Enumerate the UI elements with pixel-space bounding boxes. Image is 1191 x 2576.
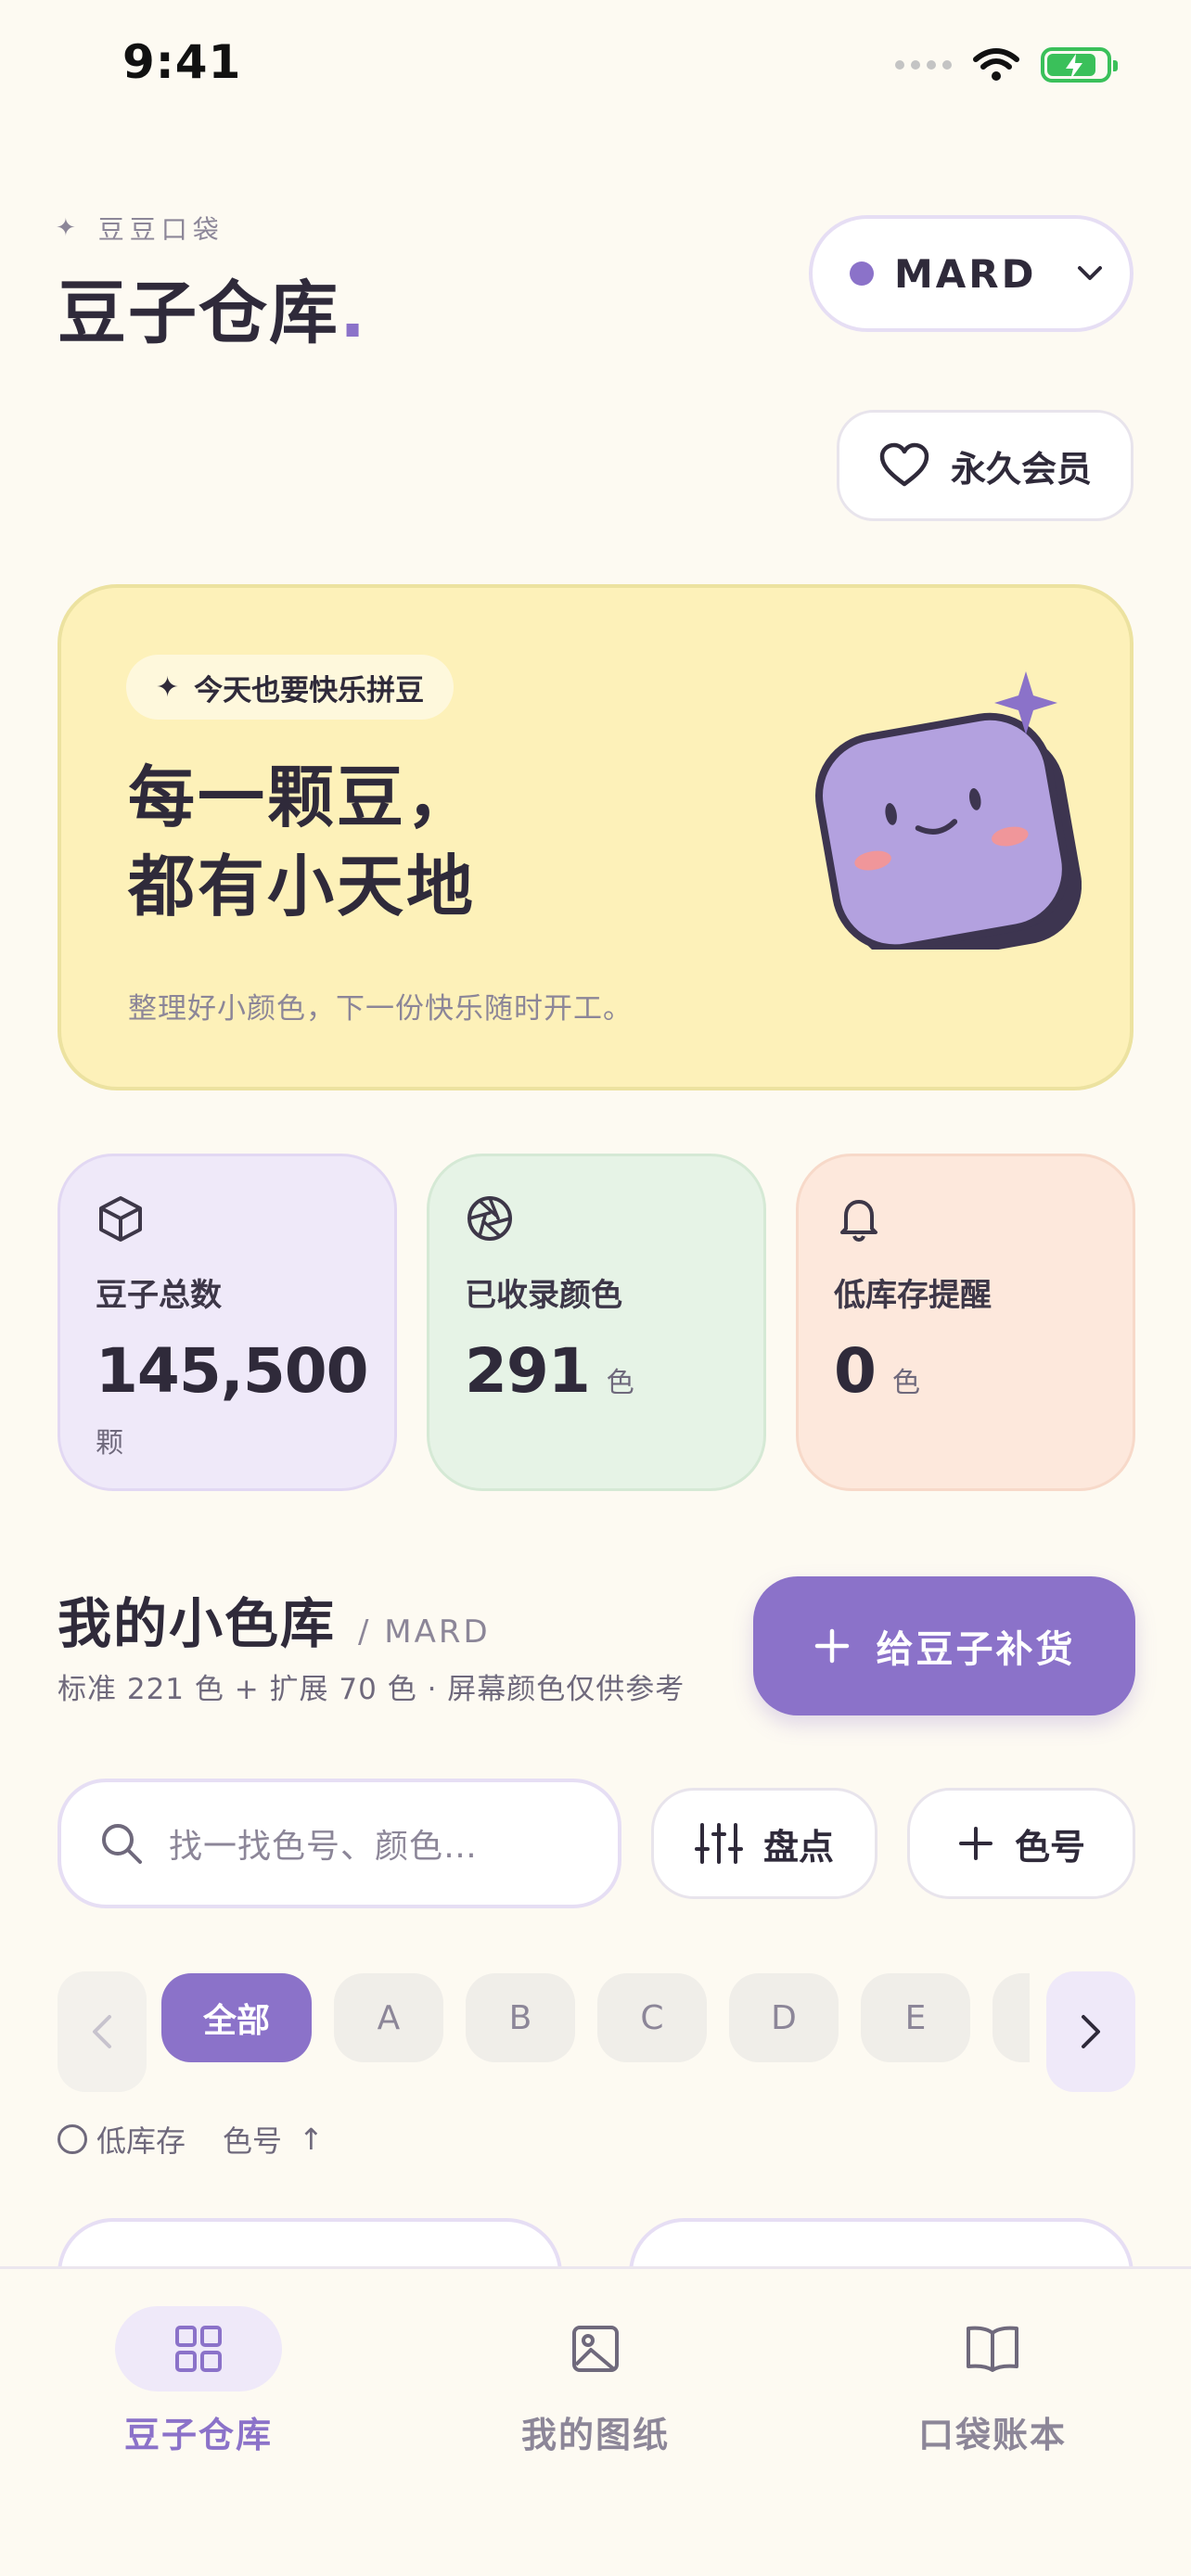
stat-number: 291 bbox=[465, 1335, 591, 1407]
eyebrow-text: 豆豆口袋 bbox=[97, 214, 224, 245]
stat-label: 低库存提醒 bbox=[834, 1277, 992, 1314]
tab-bean-warehouse[interactable]: 豆子仓库 bbox=[59, 2306, 338, 2457]
page-title-text: 豆子仓库 bbox=[58, 274, 339, 353]
low-stock-toggle[interactable]: 低库存 bbox=[58, 2118, 186, 2161]
letter-filter-chips: 全部 A B C D E F bbox=[161, 1973, 1030, 2062]
box-icon bbox=[99, 1196, 142, 1242]
page-title-dot: . bbox=[339, 274, 368, 353]
chips-prev-button[interactable] bbox=[58, 1971, 147, 2092]
search-input[interactable]: 找一找色号、颜色… bbox=[58, 1779, 621, 1908]
chevron-left-icon bbox=[93, 2015, 111, 2048]
low-stock-label: 低库存 bbox=[96, 2123, 186, 2159]
lifetime-member-button[interactable]: 永久会员 bbox=[837, 410, 1133, 521]
library-description: 标准 221 色 + 扩展 70 色 · 屏幕颜色仅供参考 bbox=[58, 1673, 685, 1706]
chip-f[interactable]: F bbox=[992, 1973, 1030, 2062]
bell-icon bbox=[840, 1200, 877, 1242]
restock-button-label: 给豆子补货 bbox=[876, 1628, 1076, 1671]
chip-e[interactable]: E bbox=[861, 1973, 970, 2062]
status-indicators bbox=[895, 46, 1118, 83]
sparkle-icon: ✦ bbox=[156, 670, 180, 704]
grid-icon bbox=[175, 2326, 222, 2372]
add-color-button[interactable]: 色号 bbox=[907, 1788, 1135, 1899]
hero-title-line-1: 每一颗豆， bbox=[128, 759, 477, 836]
sliders-icon bbox=[694, 1823, 743, 1864]
tab-label: 我的图纸 bbox=[520, 2415, 670, 2455]
cellular-signal-icon bbox=[895, 60, 952, 70]
bean-mascot-icon bbox=[814, 671, 1082, 950]
stat-number: 145,500 bbox=[96, 1335, 369, 1407]
sort-label: 色号 bbox=[223, 2123, 283, 2159]
stat-unit: 颗 bbox=[96, 1427, 123, 1460]
tab-icon-wrap bbox=[512, 2306, 679, 2391]
hero-title: 每一颗豆， 都有小天地 bbox=[128, 753, 476, 931]
sparkle-icon: ✦ bbox=[56, 214, 82, 242]
stat-card-low-stock: 低库存提醒 0色 bbox=[796, 1154, 1135, 1491]
stat-unit: 色 bbox=[891, 1367, 920, 1399]
hero-banner: ✦ 今天也要快乐拼豆 每一颗豆， 都有小天地 整理好小颜色，下一份快乐随时开工。 bbox=[58, 584, 1133, 1090]
stat-value: 0色 bbox=[834, 1335, 1097, 1407]
library-title: 我的小色库 / MARD bbox=[58, 1580, 491, 1658]
chip-all[interactable]: 全部 bbox=[161, 1973, 312, 2062]
add-color-button-label: 色号 bbox=[1014, 1826, 1085, 1868]
stat-label: 已收录颜色 bbox=[465, 1277, 622, 1314]
app-screen: 9:41 ✦ 豆豆口袋 豆子仓库. MARD 永久会员 ✦ 今天也要快乐拼豆 每… bbox=[0, 0, 1191, 2576]
chip-c[interactable]: C bbox=[597, 1973, 707, 2062]
chip-b[interactable]: B bbox=[466, 1973, 575, 2062]
sort-arrow-icon: ↑ bbox=[299, 2122, 324, 2157]
stat-card-colors: 已收录颜色 291 色 bbox=[427, 1154, 766, 1491]
plus-icon bbox=[814, 1628, 849, 1664]
library-title-text: 我的小色库 bbox=[58, 1592, 337, 1655]
tab-label: 口袋账本 bbox=[917, 2415, 1067, 2455]
inventory-button[interactable]: 盘点 bbox=[651, 1788, 877, 1899]
inventory-button-label: 盘点 bbox=[762, 1826, 834, 1868]
bottom-tab-bar: 豆子仓库 我的图纸 口袋账本 bbox=[0, 2266, 1191, 2576]
app-eyebrow: ✦ 豆豆口袋 bbox=[56, 210, 224, 247]
sort-button[interactable]: 色号 ↑ bbox=[223, 2118, 324, 2161]
hero-subtitle: 整理好小颜色，下一份快乐随时开工。 bbox=[128, 992, 633, 1026]
stat-value: 291 色 bbox=[465, 1335, 728, 1407]
search-placeholder: 找一找色号、颜色… bbox=[169, 1828, 479, 1866]
stat-value: 145,500 bbox=[96, 1335, 369, 1407]
tab-label: 豆子仓库 bbox=[123, 2415, 273, 2455]
library-brand: / MARD bbox=[358, 1613, 491, 1651]
chevron-right-icon bbox=[1082, 2015, 1100, 2048]
hero-chip-text: 今天也要快乐拼豆 bbox=[194, 673, 425, 708]
brand-selector[interactable]: MARD bbox=[809, 215, 1133, 332]
heart-icon bbox=[879, 442, 929, 487]
tab-my-drawings[interactable]: 我的图纸 bbox=[456, 2306, 735, 2457]
wifi-icon bbox=[973, 48, 1019, 81]
stat-label: 豆子总数 bbox=[96, 1277, 222, 1314]
hero-chip: ✦ 今天也要快乐拼豆 bbox=[126, 655, 455, 720]
book-icon bbox=[967, 2326, 1018, 2372]
stat-card-total-beads: 豆子总数 145,500 颗 bbox=[58, 1154, 397, 1491]
radio-icon bbox=[58, 2124, 87, 2154]
chip-d[interactable]: D bbox=[729, 1973, 839, 2062]
aperture-icon bbox=[467, 1196, 512, 1241]
tab-icon-wrap bbox=[115, 2306, 282, 2391]
plus-icon bbox=[958, 1827, 992, 1860]
page-title: 豆子仓库. bbox=[58, 258, 367, 357]
chips-next-button[interactable] bbox=[1046, 1971, 1135, 2092]
brand-selector-label: MARD bbox=[894, 250, 1037, 297]
restock-button[interactable]: 给豆子补货 bbox=[753, 1576, 1135, 1715]
member-button-label: 永久会员 bbox=[950, 448, 1092, 490]
stat-unit: 色 bbox=[606, 1367, 634, 1399]
stat-number: 0 bbox=[834, 1335, 877, 1407]
list-filters: 低库存 色号 ↑ bbox=[58, 2118, 324, 2161]
status-time: 9:41 bbox=[122, 35, 242, 89]
hero-title-line-2: 都有小天地 bbox=[128, 848, 477, 925]
chevron-down-icon bbox=[1077, 266, 1102, 280]
tab-icon-wrap bbox=[909, 2306, 1076, 2391]
brand-color-dot bbox=[850, 261, 874, 286]
battery-icon bbox=[1041, 47, 1118, 83]
tab-pocket-ledger[interactable]: 口袋账本 bbox=[853, 2306, 1132, 2457]
image-icon bbox=[572, 2326, 619, 2372]
chip-a[interactable]: A bbox=[334, 1973, 443, 2062]
search-icon bbox=[102, 1824, 142, 1864]
